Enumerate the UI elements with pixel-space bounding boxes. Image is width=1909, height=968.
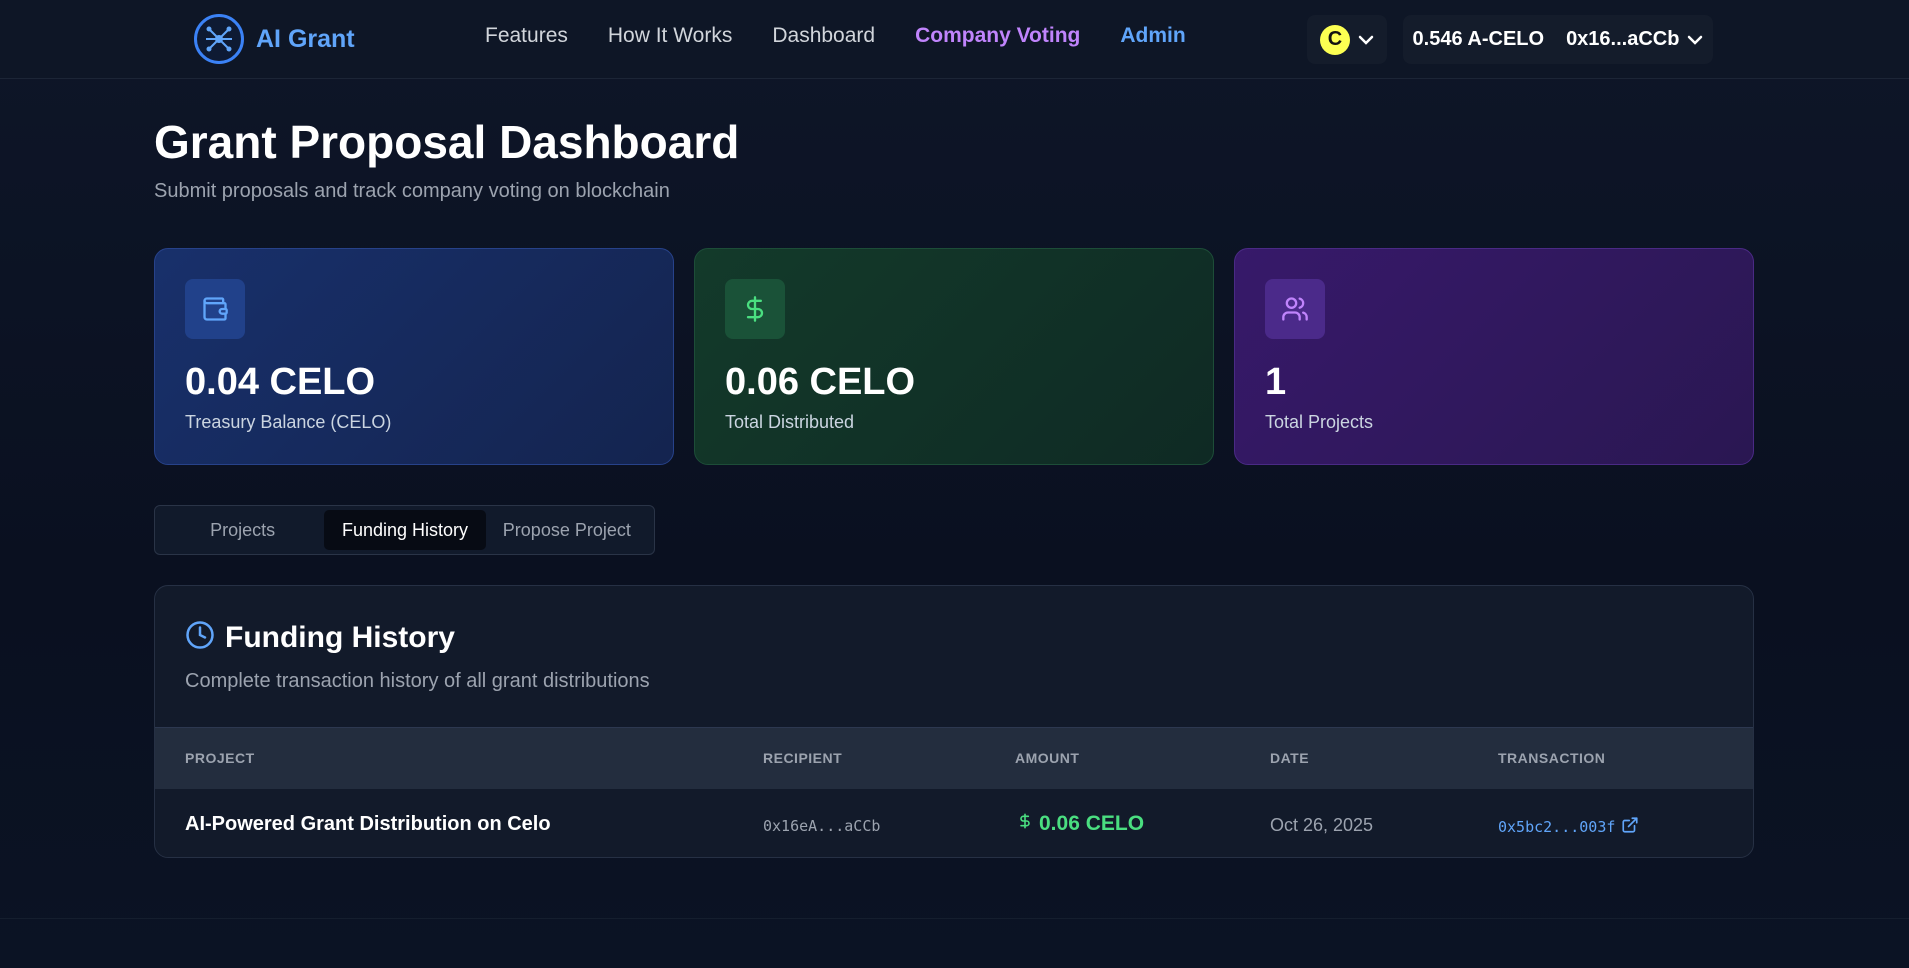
cell-project: AI-Powered Grant Distribution on Celo (185, 813, 551, 835)
tab-propose-project[interactable]: Propose Project (486, 510, 648, 550)
cell-date: Oct 26, 2025 (1270, 815, 1374, 835)
panel-subtitle: Complete transaction history of all gran… (185, 670, 650, 692)
chevron-down-icon (1358, 29, 1374, 50)
external-link-icon (1621, 816, 1639, 838)
cell-recipient: 0x16eA...aCCb (763, 817, 881, 835)
stat-label: Total Distributed (725, 412, 855, 432)
wallet-balance: 0.546 A-CELO (1412, 28, 1545, 50)
column-header-date: DATE (1270, 750, 1310, 766)
footer-divider (0, 918, 1909, 919)
nav-link-dashboard[interactable]: Dashboard (772, 24, 875, 48)
nav-link-how-it-works[interactable]: How It Works (608, 24, 732, 48)
brand-name: AI Grant (256, 24, 355, 53)
page-subtitle: Submit proposals and track company votin… (154, 180, 670, 202)
column-header-recipient: RECIPIENT (763, 750, 843, 766)
column-header-project: PROJECT (185, 750, 255, 766)
nav-link-features[interactable]: Features (485, 24, 568, 48)
stat-label: Total Projects (1265, 412, 1374, 432)
users-icon (1265, 279, 1325, 339)
stat-value: 1 (1265, 361, 1287, 403)
stat-label: Treasury Balance (CELO) (185, 412, 392, 432)
table-row: AI-Powered Grant Distribution on Celo 0x… (155, 789, 1753, 857)
clock-icon (185, 620, 215, 655)
dollar-icon (725, 279, 785, 339)
nav-link-company-voting[interactable]: Company Voting (915, 24, 1080, 48)
chevron-down-icon (1687, 29, 1703, 50)
table-header: PROJECT RECIPIENT AMOUNT DATE TRANSACTIO… (155, 727, 1753, 789)
nav-links: Features How It Works Dashboard Company … (485, 24, 1186, 48)
wallet-icon (185, 279, 245, 339)
celo-chain-icon: C (1320, 24, 1350, 55)
brand[interactable]: AI Grant (194, 14, 355, 64)
stat-card-projects: 1 Total Projects (1234, 248, 1754, 465)
stat-card-distributed: 0.06 CELO Total Distributed (694, 248, 1214, 465)
nav-link-admin[interactable]: Admin (1120, 24, 1185, 48)
column-header-amount: AMOUNT (1015, 750, 1080, 766)
wallet-account-button[interactable]: 0.546 A-CELO 0x16...aCCb (1403, 15, 1713, 64)
panel-title: Funding History (225, 620, 455, 654)
stat-card-treasury: 0.04 CELO Treasury Balance (CELO) (154, 248, 674, 465)
cell-amount: 0.06 CELO (1017, 811, 1144, 837)
transaction-link[interactable]: 0x5bc2...003f (1498, 816, 1639, 838)
tab-projects[interactable]: Projects (161, 510, 324, 550)
column-header-transaction: TRANSACTION (1498, 750, 1606, 766)
page-title: Grant Proposal Dashboard (154, 116, 740, 168)
tab-funding-history[interactable]: Funding History (324, 510, 486, 550)
wallet-address: 0x16...aCCb (1566, 28, 1680, 50)
stat-value: 0.04 CELO (185, 361, 376, 403)
stat-value: 0.06 CELO (725, 361, 916, 403)
amount-value: 0.06 CELO (1039, 812, 1145, 835)
dashboard-tabs: Projects Funding History Propose Project (154, 505, 655, 555)
panel-header: Funding History (185, 620, 455, 655)
top-navbar: AI Grant Features How It Works Dashboard… (0, 0, 1909, 79)
brand-logo-icon (194, 14, 244, 64)
dollar-icon (1017, 811, 1033, 837)
chain-selector-button[interactable]: C (1307, 15, 1387, 64)
funding-history-panel: Funding History Complete transaction his… (154, 585, 1754, 858)
transaction-hash: 0x5bc2...003f (1498, 818, 1616, 836)
